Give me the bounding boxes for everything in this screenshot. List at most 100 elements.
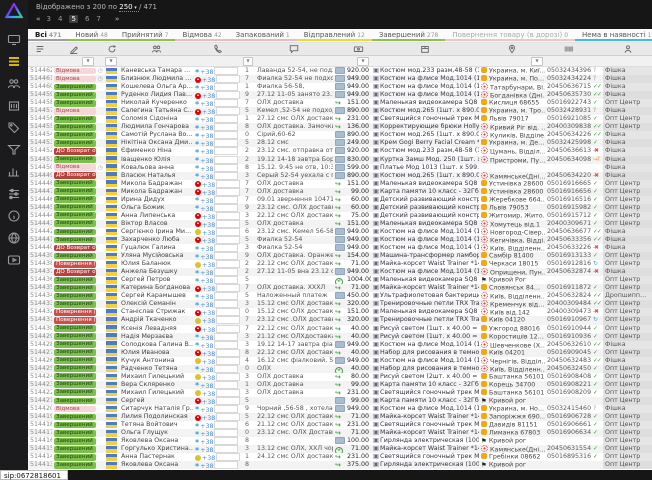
phone-number[interactable]: *+38 [193, 421, 243, 429]
table-row[interactable]: 514459 Завершений Руденко Лидия Пав… +38… [28, 91, 652, 99]
tracking-number[interactable] [545, 164, 591, 172]
tracking-number[interactable]: 20450632450236 [545, 365, 591, 373]
phone-number[interactable]: +38 [193, 284, 243, 292]
page-number[interactable]: 5 [69, 15, 77, 23]
table-row[interactable]: 514446 Завершений Ирина Дидух *+38 7 09.… [28, 196, 652, 204]
column-status[interactable] [52, 43, 96, 55]
column-delivery[interactable] [479, 43, 545, 55]
tracking-number[interactable]: 20400309671628 [545, 220, 591, 228]
filter-dropdown[interactable]: ▼ [243, 57, 253, 66]
tab-Повернення товару (в дорозі)[interactable]: Повернення товару (в дорозі)0 [445, 29, 575, 41]
tracking-number[interactable]: 20450632824487 [545, 292, 591, 300]
filter-dropdown[interactable]: ▼ [531, 57, 543, 66]
phone-number[interactable]: +38 [193, 373, 243, 381]
tracking-number[interactable]: 0501690840870 [545, 373, 591, 381]
table-row[interactable]: 514452 ДО Возврат ок… Єфименко Ніна *+38… [28, 147, 652, 155]
tab-Завершений[interactable]: Завершений278 [372, 29, 446, 41]
phone-number[interactable]: +38 [193, 325, 243, 333]
tracking-number[interactable]: 20400309484935 [545, 300, 591, 308]
phone-number[interactable]: *+38 [193, 252, 243, 260]
table-row[interactable]: 514460 Завершений Кошелева Ольга Ар… *+3… [28, 83, 652, 91]
table-row[interactable]: 514456 Завершений Соломія Сідоніна *+38 … [28, 115, 652, 123]
table-row[interactable]: 514417 Завершений Ольга Глущук *+38 0 23… [28, 429, 652, 437]
phone-number[interactable]: +38 [193, 389, 243, 397]
column-refresh[interactable] [104, 43, 119, 55]
phone-number[interactable]: +38 [193, 308, 243, 316]
filter-dropdown[interactable]: ▼ [82, 57, 94, 66]
tracking-number[interactable] [545, 437, 591, 445]
column-phone[interactable] [193, 43, 243, 55]
tracking-number[interactable]: 20450632610339 [545, 341, 591, 349]
table-row[interactable]: 514445 Завершений Ольга Божик *+38 9 23.… [28, 204, 652, 212]
table-row[interactable]: 514454 Завершений Самотій Руслана Во… *+… [28, 131, 652, 139]
phone-number[interactable]: +38 [193, 413, 243, 421]
phone-number[interactable]: +38 [193, 236, 243, 244]
table-row[interactable]: 514427 Завершений Юлия Иванова +38 8 22.… [28, 349, 652, 357]
tab-Відправлений[interactable]: Відправлений12 [297, 29, 372, 41]
tracking-number[interactable]: 0503241546065 [545, 405, 591, 413]
page-number[interactable]: 6 [85, 15, 89, 23]
table-row[interactable]: 514442 Завершений Сергієнко Ірина Ми… +3… [28, 228, 652, 236]
tab-Прийнятий[interactable]: Прийнятий7 [115, 29, 176, 41]
tracking-number[interactable]: 20450633226918 [545, 244, 591, 252]
table-row[interactable]: 514441 Завершений Захарченко Люба +38 5 … [28, 236, 652, 244]
orders-icon[interactable] [4, 53, 24, 70]
filter-dropdown[interactable]: ▼ [105, 57, 117, 66]
tracking-number[interactable]: 0501690663456 [545, 429, 591, 437]
phone-number[interactable]: +38 [193, 180, 243, 188]
tab-Новий[interactable]: Новий48 [68, 29, 114, 41]
tracking-number[interactable]: 20450636715475 [545, 83, 591, 91]
table-row[interactable]: 514443 Завершений Віктор Власов +38 5 ОЛ… [28, 220, 652, 228]
tracking-number[interactable]: 0503243439614 [545, 67, 591, 75]
phone-number[interactable]: *+38 [193, 164, 243, 172]
phone-number[interactable]: *+38 [193, 333, 243, 341]
table-row[interactable]: 514413 Завершений Яковлева Оксана *+38 8… [28, 461, 652, 469]
table-row[interactable]: 514457 Відмова Салегина Татьяна С… +38 5… [28, 107, 652, 115]
tracking-number[interactable]: 20450634220880 [545, 172, 591, 180]
phone-number[interactable]: +38 [193, 212, 243, 220]
phone-number[interactable]: +38 [193, 228, 243, 236]
tracking-number[interactable]: 20450633356614 [545, 236, 591, 244]
table-row[interactable]: 514434 Завершений Сергей Карамышев *+38 … [28, 292, 652, 300]
phone-number[interactable]: *+38 [193, 276, 243, 284]
table-row[interactable]: 514423 Завершений Вера Скляренко *+38 1 … [28, 381, 652, 389]
phone-number[interactable]: *+38 [193, 204, 243, 212]
browser-icon[interactable] [4, 229, 24, 246]
phone-number[interactable]: +38 [193, 397, 243, 405]
tracking-number[interactable]: 0501692108522 [545, 115, 591, 123]
phone-number[interactable]: *+38 [193, 365, 243, 373]
table-row[interactable]: 514444 Завершений Анна Липенська +38 3 2… [28, 212, 652, 220]
table-row[interactable]: 514462 Відмова ◷ Каневська Тамара … *+38… [28, 67, 652, 75]
phone-number[interactable]: *+38 [193, 67, 243, 75]
tracking-number[interactable]: 20450632483003 [545, 357, 591, 365]
table-row[interactable]: 514414 Завершений Анна Пастернак +38 1 2… [28, 453, 652, 461]
tracking-number[interactable] [545, 276, 591, 284]
tracking-number[interactable]: 0501690672838 [545, 413, 591, 421]
tracking-number[interactable]: 20450634226619 [545, 131, 591, 139]
column-comment[interactable] [255, 43, 333, 55]
column-id[interactable] [28, 43, 52, 55]
phone-number[interactable]: *+38 [193, 123, 243, 131]
settings-sliders-icon[interactable] [4, 185, 24, 202]
phone-number[interactable]: *+38 [193, 292, 243, 300]
phone-number[interactable]: *+38 [193, 405, 243, 413]
table-row[interactable]: 514415 Завершений Горгулько Христина… *+… [28, 445, 652, 453]
column-manager[interactable] [603, 43, 652, 55]
app-logo[interactable] [5, 3, 23, 23]
phone-number[interactable]: +38 [193, 91, 243, 99]
company-icon[interactable] [4, 97, 24, 114]
tracking-number[interactable]: 0501690820918 [545, 389, 591, 397]
phone-number[interactable]: +38 [193, 75, 243, 83]
phone-number[interactable]: *+38 [193, 244, 243, 252]
phone-number[interactable]: *+38 [193, 437, 243, 445]
tab-Запакований[interactable]: Запакований1 [229, 29, 297, 41]
phone-number[interactable]: *+38 [193, 196, 243, 204]
table-row[interactable]: 514451 Завершений Іващенко Юлія *+38 2 1… [28, 156, 652, 164]
phone-number[interactable]: *+38 [193, 341, 243, 349]
tracking-number[interactable]: 0501691187224 [545, 284, 591, 292]
table-row[interactable]: 514426 Завершений Кучук Антонина +38 4 1… [28, 357, 652, 365]
table-row[interactable]: 514419 Завершений Лилия Подолинская +38 … [28, 413, 652, 421]
tracking-number[interactable]: 0501690904500 [545, 349, 591, 357]
phone-number[interactable]: *+38 [193, 147, 243, 155]
products-tag-icon[interactable] [4, 119, 24, 136]
